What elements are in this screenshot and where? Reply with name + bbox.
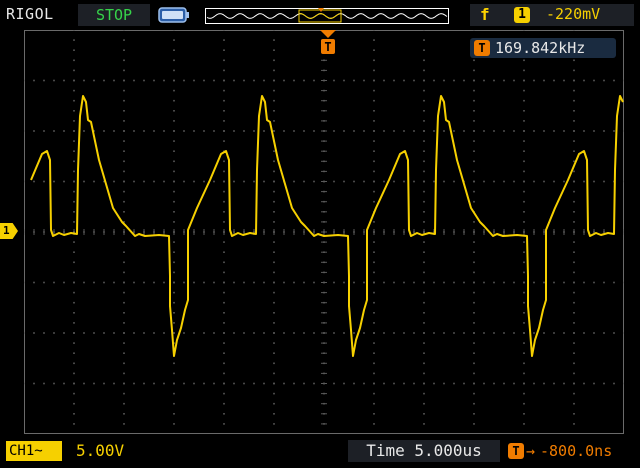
trigger-position-label: T [324,40,331,54]
channel-1-label[interactable]: CH1~ [6,441,62,461]
trigger-source-badge: 1 [514,7,530,23]
channel-name: CH1 [9,443,35,459]
volts-per-division[interactable]: 5.00V [76,441,124,461]
frequency-value: 169.842kHz [495,39,586,57]
trigger-offset-readout[interactable]: T → -800.0ns [504,440,638,462]
timebase-readout[interactable]: Time 5.000us [348,440,500,462]
trigger-settings[interactable]: f 1 -220mV [470,4,634,26]
trigger-offset-value: -800.0ns [540,442,613,460]
frequency-readout: T 169.842kHz [470,38,616,58]
waveform-display[interactable] [24,30,624,434]
status-bar: RIGOL STOP f 1 -220mV [0,0,640,30]
right-arrow-icon: → [526,442,536,460]
run-stop-status[interactable]: STOP [78,4,150,26]
battery-icon [158,7,189,23]
channel-1-offset-marker[interactable]: 1 [0,223,18,239]
trigger-offset-badge: T [508,443,524,459]
rising-edge-icon: f [480,5,490,24]
trigger-marker-badge: T [474,40,490,56]
memory-waveform-bar [205,8,449,24]
brand-label: RIGOL [6,5,54,23]
bottom-status-bar: CH1~ 5.00V Time 5.000us T → -800.0ns [0,436,640,468]
trigger-level: -220mV [546,5,601,23]
trigger-position-marker[interactable]: T [320,30,336,58]
ac-coupling-icon: ~ [34,443,43,459]
